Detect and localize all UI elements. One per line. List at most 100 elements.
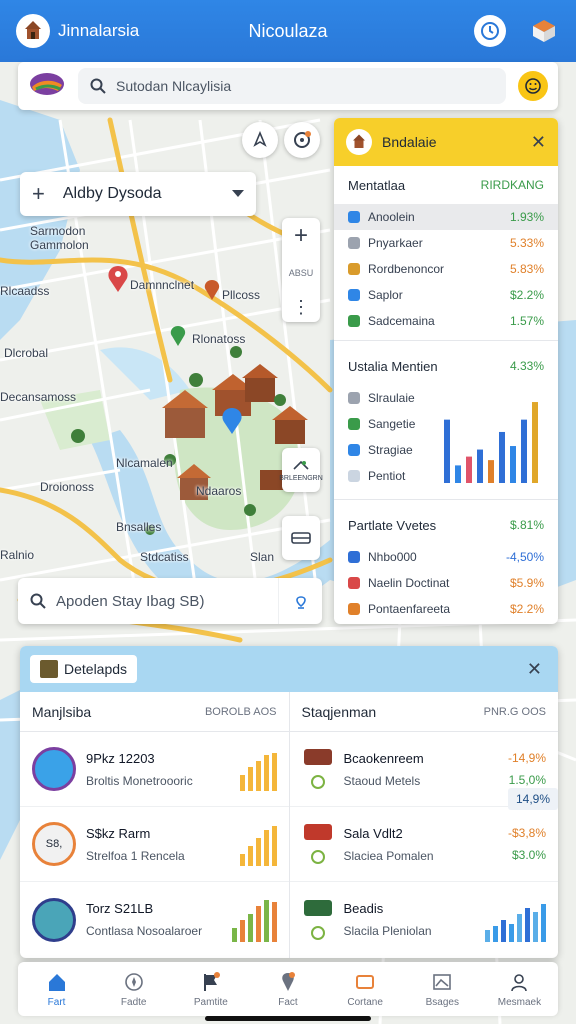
detail-item[interactable]: 9Pkz 12203 Broltis Monetroooric <box>20 732 289 807</box>
chart-bar <box>444 419 450 483</box>
detail-subtitle: Strelfoa 1 Rencela <box>86 848 185 863</box>
clock-button[interactable] <box>474 15 506 47</box>
metric-label: Rordbenoncor <box>368 262 445 276</box>
details-right-column: Staqjenman PNR.G OOS Bcaokenreem Staoud M… <box>288 692 559 958</box>
ticket-icon <box>354 971 376 993</box>
legend-list: Slraulaie Sangetie Stragiae Pentiot <box>334 385 444 489</box>
brand-logo[interactable] <box>28 71 66 102</box>
detail-list: 9Pkz 12203 Broltis Monetroooric S8, S$kz Ra… <box>20 732 289 957</box>
home-icon <box>46 971 68 993</box>
metric-row[interactable]: Macanil$.93% <box>334 622 558 624</box>
add-icon: + <box>32 181 45 206</box>
metric-row[interactable]: Stragiae <box>334 437 444 463</box>
divider <box>334 340 558 341</box>
detail-text: Sala Vdlt2 Slaciea Pomalen <box>344 826 508 863</box>
section-meta: 4.33% <box>509 359 544 373</box>
metric-row[interactable]: Anoolein 1.93% <box>334 204 558 230</box>
nav-item-mesmaek[interactable]: Mesmaek <box>481 962 558 1016</box>
location-button[interactable] <box>242 122 278 158</box>
chart-bar <box>455 465 461 483</box>
mini-bar <box>263 755 269 791</box>
column-header: Manjlsiba BOROLB AOS <box>20 692 289 732</box>
metric-row[interactable]: Nhbo000 -4,50% <box>334 544 558 570</box>
package-button[interactable] <box>528 15 560 47</box>
mini-bar <box>271 901 277 942</box>
metric-label: Pentiot <box>368 469 406 483</box>
card-button[interactable] <box>282 516 320 560</box>
value-tooltip: 14,9% <box>507 788 558 810</box>
metric-label: Stragiae <box>368 443 413 457</box>
nav-item-pamtite[interactable]: Pamtite <box>172 962 249 1016</box>
temple-icon <box>25 21 41 39</box>
chart-bar <box>510 446 516 483</box>
map-label: Droionoss <box>40 480 95 494</box>
section-title: Mentatlaa <box>348 177 406 193</box>
nav-item-label: Fart <box>47 996 66 1008</box>
metric-row[interactable]: Rordbenoncor 5.83% <box>334 256 558 282</box>
detail-item[interactable]: Sala Vdlt2 Slaciea Pomalen -$3,8% $3.0% <box>289 807 558 882</box>
mini-bar <box>271 826 277 866</box>
app-logo[interactable] <box>16 14 50 48</box>
metric-list: Nhbo000 -4,50% Naelin Doctinat $5.9% Pontaen… <box>334 544 558 624</box>
metric-row[interactable]: Pontaenfareeta $2.2% <box>334 596 558 622</box>
metric-row[interactable]: Slraulaie <box>334 385 444 411</box>
search-placeholder: Sutodan Nlcaylisia <box>116 78 232 94</box>
nav-item-fart[interactable]: Fart <box>18 962 95 1016</box>
detail-item[interactable]: Beadis Slacila Pleniolan <box>290 882 559 957</box>
layers-button[interactable]: BRLEENGRN <box>279 448 323 492</box>
map-layer-dropdown[interactable]: + Aldby Dysoda <box>20 172 256 216</box>
metric-value: 1.93% <box>509 210 544 224</box>
metric-row[interactable]: Naelin Doctinat $5.9% <box>334 570 558 596</box>
metric-icon <box>348 577 360 589</box>
section-title: Partlate Vvetes <box>348 517 437 533</box>
nav-item-fadte[interactable]: Fadte <box>95 962 172 1016</box>
map-label: Ndaaros <box>196 484 242 498</box>
close-icon[interactable]: ✕ <box>531 132 546 153</box>
vehicle-icon <box>303 899 332 916</box>
section-header: Mentatlaa RIRDKANG <box>334 166 558 204</box>
change-value: $3.0% <box>511 848 546 862</box>
chart-bar <box>466 456 472 483</box>
nav-item-fact[interactable]: Fact <box>249 962 326 1016</box>
metric-row[interactable]: Pnyarkaer 5.33% <box>334 230 558 256</box>
status-ring <box>32 747 76 791</box>
nav-item-cortane[interactable]: Cortane <box>327 962 404 1016</box>
voice-search-button[interactable] <box>278 578 322 624</box>
more-options-icon[interactable]: ⋮ <box>292 298 310 316</box>
metric-icon <box>348 263 360 275</box>
bottom-navigation: Fart Fadte Pamtite Fact Cortane Bsages Mesmaek <box>18 962 558 1016</box>
detail-subtitle: Staoud Metels <box>343 773 421 788</box>
close-icon[interactable]: ✕ <box>527 659 542 680</box>
search-input[interactable]: Sutodan Nlcaylisia <box>78 68 506 104</box>
detail-text: Bcaokenreem Staoud Metels <box>344 751 508 788</box>
map-search-input[interactable]: Apoden Stay Ibag SB) <box>18 578 322 624</box>
user-icon <box>508 971 530 993</box>
metric-row[interactable]: Saplor $2.2% <box>334 282 558 308</box>
metric-row[interactable]: Sangetie <box>334 411 444 437</box>
detail-title: S$kz Rarm <box>86 825 151 841</box>
zoom-in-button[interactable]: + <box>294 224 308 248</box>
metric-row[interactable]: Sadcemaina 1.57% <box>334 308 558 334</box>
mini-bar <box>255 838 261 866</box>
column-header: Staqjenman PNR.G OOS <box>289 692 558 732</box>
info-panel: Bndalaie ✕ Mentatlaa RIRDKANG Anoolein 1.… <box>334 118 558 624</box>
metric-value: 5.33% <box>509 236 544 250</box>
metric-icon <box>348 315 360 327</box>
detail-item[interactable]: Torz S21LB Contlasa Nosoalaroer <box>20 882 289 957</box>
section-header: Partlate Vvetes $.81% <box>334 506 558 544</box>
mic-icon <box>295 596 306 609</box>
metric-icon <box>348 603 360 615</box>
metric-row[interactable]: Pentiot <box>334 463 444 489</box>
mini-bar <box>263 899 269 942</box>
record-button[interactable] <box>284 122 320 158</box>
nav-item-bsages[interactable]: Bsages <box>404 962 481 1016</box>
metric-icon <box>348 237 360 249</box>
detail-item[interactable]: S8, S$kz Rarm Strelfoa 1 Rencela <box>20 807 289 882</box>
assistant-button[interactable] <box>518 71 548 101</box>
metric-icon <box>348 392 360 404</box>
mini-bar <box>247 846 253 866</box>
details-header: Detelapds ✕ <box>20 646 558 692</box>
detail-title: Torz S21LB <box>86 901 154 916</box>
tab-details[interactable]: Detelapds <box>30 655 138 683</box>
detail-title: Sala Vdlt2 <box>343 825 403 841</box>
